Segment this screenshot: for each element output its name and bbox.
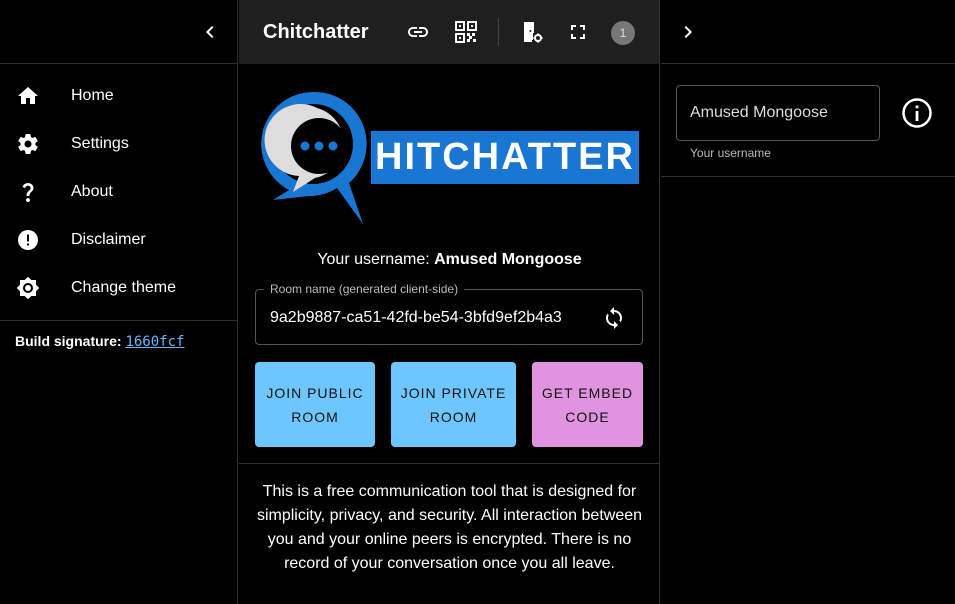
question-icon [16,180,40,204]
room-name-field[interactable]: Room name (generated client-side) 9a2b98… [255,282,643,345]
sidebar-item-label: Settings [71,135,129,152]
chevron-left-icon [206,26,214,38]
fullscreen-icon [571,25,585,39]
chevron-right-icon [684,26,692,38]
get-embed-code-button[interactable]: GET EMBED CODE [532,362,643,447]
build-signature-link[interactable]: 1660fcf [125,334,184,350]
sidebar-item-home[interactable]: Home [0,72,237,120]
sidebar-item-disclaimer[interactable]: Disclaimer [0,216,237,264]
app-bar: Chitchatter 1 [239,0,659,64]
door-settings-icon [524,22,543,43]
sidebar-item-label: About [71,183,113,200]
app-root: Home Settings About Disclaimer Change th… [0,0,955,604]
section-divider [239,463,660,464]
sidebar-item-settings[interactable]: Settings [0,120,237,168]
alert-icon [16,228,40,252]
left-sidebar: Home Settings About Disclaimer Change th… [0,0,238,604]
sidebar-item-label: Home [71,87,114,104]
qr-code-icon [455,21,477,43]
username-info-button[interactable] [901,97,933,129]
chitchatter-logo: HITCHATTER [259,88,641,228]
right-panel: Amused Mongoose Your username [661,0,955,604]
room-name-label: Room name (generated client-side) [264,282,465,296]
link-icon [408,27,428,37]
username-prefix: Your username: [317,251,435,268]
info-icon [902,98,932,128]
chat-bubble-logo-icon [261,91,367,225]
room-settings-button[interactable] [520,20,544,44]
username-display: Your username: Amused Mongoose [239,251,660,269]
username-field[interactable]: Amused Mongoose [676,85,880,141]
gear-icon [16,132,40,156]
build-signature-label: Build signature: [15,333,122,349]
sidebar-item-label: Disclaimer [71,231,146,248]
fullscreen-button[interactable] [566,20,590,44]
home-icon [16,84,40,108]
brightness-icon [16,276,40,300]
sync-icon [606,307,622,329]
app-description: This is a free communication tool that i… [256,483,643,572]
username-helper-text: Your username [690,146,771,160]
copy-link-button[interactable] [406,20,430,44]
sidebar-header [0,0,237,64]
logo-wordmark: HITCHATTER [371,131,639,184]
qr-code-button[interactable] [454,20,478,44]
room-name-input[interactable]: 9a2b9887-ca51-42fd-be54-3bfd9ef2b4a3 [270,309,562,327]
toggle-right-panel-button[interactable] [676,20,700,44]
username-value: Amused Mongoose [434,251,582,268]
logo-text: HITCHATTER [375,136,635,178]
toolbar-divider [498,18,499,46]
join-public-room-button[interactable]: JOIN PUBLIC ROOM [255,362,375,447]
regenerate-room-button[interactable] [602,306,626,330]
right-panel-header [661,0,955,64]
main-content: Chitchatter 1 HITCHATTER Your username: … [239,0,660,604]
collapse-sidebar-button[interactable] [198,20,222,44]
sidebar-item-about[interactable]: About [0,168,237,216]
build-signature: Build signature: 1660fcf [0,321,237,362]
peer-count-badge[interactable]: 1 [611,21,635,45]
page-title: Chitchatter [263,21,369,43]
sidebar-nav: Home Settings About Disclaimer Change th… [0,64,237,321]
sidebar-item-change-theme[interactable]: Change theme [0,264,237,312]
join-private-room-button[interactable]: JOIN PRIVATE ROOM [391,362,516,447]
sidebar-item-label: Change theme [71,279,176,296]
right-panel-divider [661,176,955,177]
